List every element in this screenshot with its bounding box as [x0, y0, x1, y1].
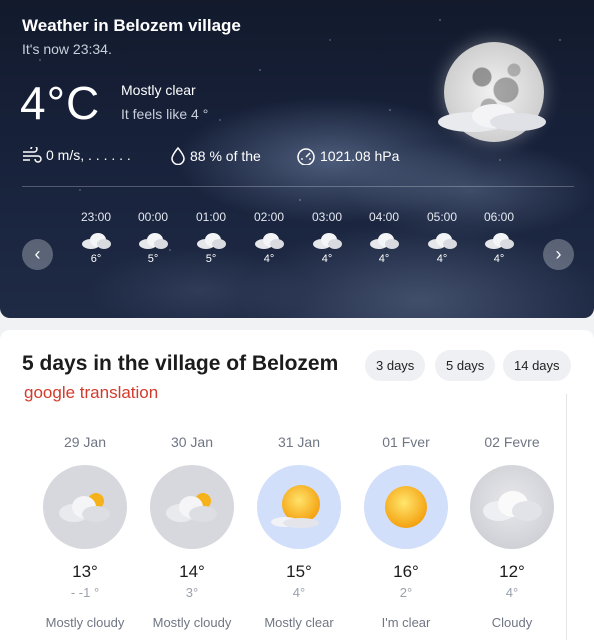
hour-item: 23:00 6° [71, 210, 121, 265]
day-card[interactable]: 29 Jan 13° - -1 ° Mostly cloudy [35, 434, 135, 630]
hour-time: 01:00 [195, 210, 227, 224]
current-time: It's now 23:34. [22, 41, 112, 57]
day-high: 15° [286, 562, 312, 581]
day-icon-circle [150, 465, 234, 549]
page-title: Weather in Belozem village [22, 16, 241, 35]
humidity-metric: 88 % of the [170, 147, 261, 165]
day-low: - -1 ° [70, 585, 100, 600]
sun-small-cloud-icon [271, 485, 320, 528]
pressure-metric: 1021.08 hPa [296, 147, 399, 165]
wind-value: 0 m/s, . . . . . . [46, 147, 131, 163]
cloud-icon [139, 233, 168, 249]
day-low: 2° [399, 585, 413, 600]
day-card[interactable]: 01 Fver 16° 2° I'm clear [356, 434, 456, 630]
day-date: 29 Jan [63, 434, 107, 450]
gauge-icon [297, 148, 315, 165]
day-date: 01 Fver [382, 434, 430, 450]
hour-item: 06:00 4° [474, 210, 524, 265]
wind-icon [23, 147, 42, 163]
day-condition: Mostly cloudy [152, 615, 232, 630]
hour-temp: 4° [493, 253, 505, 265]
hour-temp: 5° [205, 253, 217, 265]
day-icon-circle [257, 465, 341, 549]
hour-item: 02:00 4° [244, 210, 294, 265]
hour-time: 03:00 [311, 210, 343, 224]
wind-metric: 0 m/s, . . . . . . [22, 147, 131, 163]
humidity-value: 88 % of the [190, 148, 261, 164]
day-condition: Cloudy [491, 615, 533, 630]
cloud-icon [483, 491, 542, 521]
hour-temp: 4° [263, 253, 275, 265]
hour-item: 03:00 4° [302, 210, 352, 265]
hourly-forecast: 23:00 6° 00:00 5° 01:00 5° 02:00 4° 03:0… [0, 210, 594, 290]
day-date: 31 Jan [277, 434, 321, 450]
day-low: 4° [505, 585, 519, 600]
day-condition: Mostly cloudy [45, 615, 125, 630]
day-high: 13° [72, 562, 98, 581]
day-icon-circle [364, 465, 448, 549]
day-card[interactable]: 31 Jan 15° 4° Mostly clear [249, 434, 349, 630]
hour-item: 04:00 4° [359, 210, 409, 265]
cloud-icon [255, 233, 284, 249]
sun-behind-cloud-icon [59, 493, 110, 522]
hour-time: 06:00 [483, 210, 515, 224]
cloud-icon [197, 233, 226, 249]
hour-time: 00:00 [137, 210, 169, 224]
day-icon-circle [470, 465, 554, 549]
hour-item: 05:00 4° [417, 210, 467, 265]
forecast-title: 5 days in the village of Belozem [22, 352, 339, 375]
hour-item: 00:00 5° [128, 210, 178, 265]
day-condition: I'm clear [381, 615, 431, 630]
translation-note: google translation [24, 383, 159, 402]
hour-temp: 4° [378, 253, 390, 265]
moon-cloud-icon [438, 104, 546, 132]
cloud-icon [428, 233, 457, 249]
sun-icon [385, 486, 427, 528]
day-high: 14° [179, 562, 205, 581]
droplet-icon [171, 147, 185, 165]
cloud-icon [370, 233, 399, 249]
current-weather-card: Weather in Belozem village It's now 23:3… [0, 0, 594, 318]
cloud-icon [485, 233, 514, 249]
day-condition: Mostly clear [264, 615, 334, 630]
range-14-days-button[interactable]: 14 days [503, 350, 571, 381]
hour-item: 01:00 5° [186, 210, 236, 265]
day-card[interactable]: 30 Jan 14° 3° Mostly cloudy [142, 434, 242, 630]
day-date: 02 Fevre [484, 434, 540, 450]
current-condition: Mostly clear [121, 82, 196, 98]
day-high: 12° [499, 562, 525, 581]
pressure-value: 1021.08 hPa [320, 148, 400, 164]
cloud-icon [313, 233, 342, 249]
divider [22, 186, 574, 187]
day-high: 16° [393, 562, 419, 581]
day-low: 4° [292, 585, 306, 600]
range-3-days-button[interactable]: 3 days [365, 350, 426, 381]
cloud-icon [82, 233, 111, 249]
scroll-divider [566, 394, 567, 640]
hour-time: 23:00 [80, 210, 112, 224]
day-icon-circle [43, 465, 127, 549]
day-date: 30 Jan [170, 434, 214, 450]
hour-time: 05:00 [426, 210, 458, 224]
hour-temp: 6° [90, 253, 102, 265]
feels-like-text: It feels like 4 ° [121, 106, 209, 122]
hour-temp: 5° [147, 253, 159, 265]
sun-behind-cloud-icon [166, 493, 217, 522]
day-low: 3° [185, 585, 199, 600]
hour-temp: 4° [436, 253, 448, 265]
hour-temp: 4° [321, 253, 333, 265]
day-card[interactable]: 02 Fevre 12° 4° Cloudy [462, 434, 562, 630]
current-temperature: 4°C [20, 77, 101, 129]
daily-forecast-section: 5 days in the village of Belozem google … [0, 330, 594, 640]
hour-time: 02:00 [253, 210, 285, 224]
range-5-days-button[interactable]: 5 days [435, 350, 496, 381]
hour-time: 04:00 [368, 210, 400, 224]
